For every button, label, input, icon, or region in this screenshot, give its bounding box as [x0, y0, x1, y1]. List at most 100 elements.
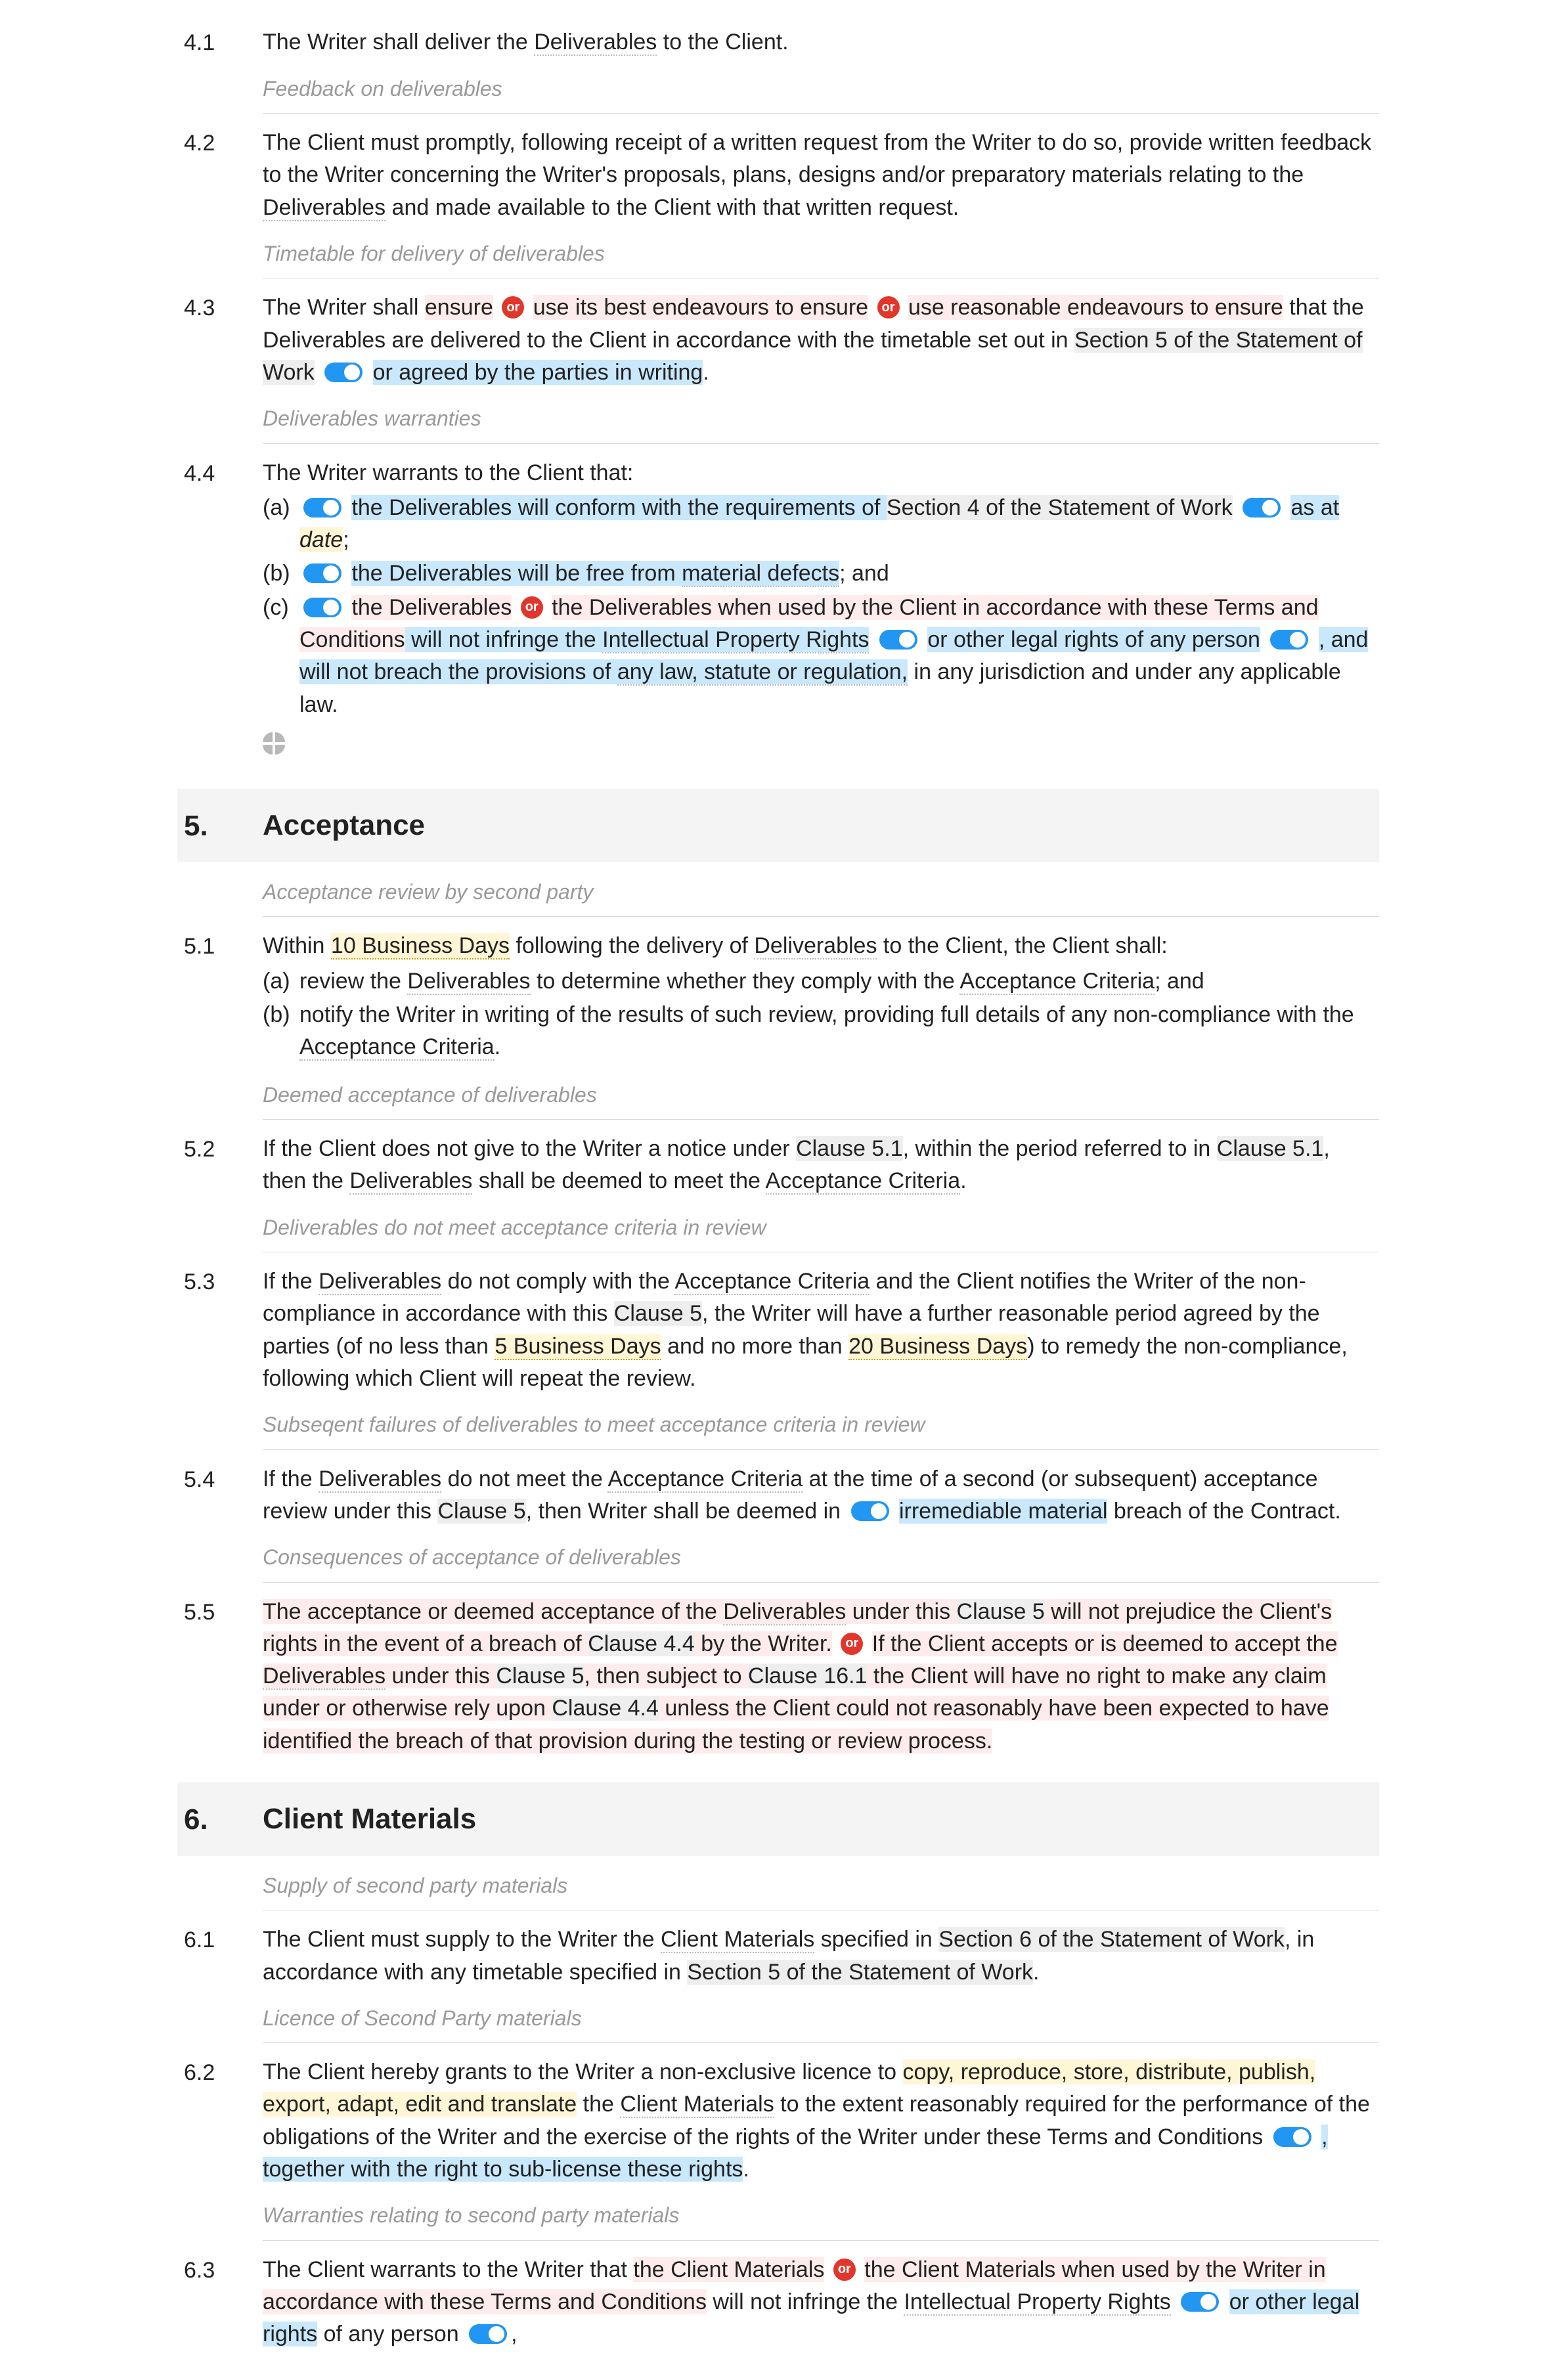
text: under this: [846, 1599, 956, 1624]
clause-body: If the Deliverables do not meet the Acce…: [263, 1463, 1379, 1528]
toggle-text[interactable]: or agreed by the parties in writing: [373, 360, 703, 385]
defined-term[interactable]: material defects: [682, 561, 839, 587]
defined-term-acceptance-criteria[interactable]: Acceptance Criteria: [299, 1034, 495, 1061]
toggle-switch[interactable]: [303, 563, 341, 583]
toggle-text[interactable]: or other legal rights: [927, 627, 1118, 652]
toggle-switch[interactable]: [851, 1501, 889, 1521]
or-chip-icon[interactable]: or: [833, 2259, 856, 2281]
text: under this: [385, 1664, 496, 1688]
or-chip-icon[interactable]: or: [877, 296, 900, 319]
clause-ref[interactable]: Clause 5: [437, 1499, 525, 1524]
field-days[interactable]: 20 Business Days: [848, 1334, 1027, 1360]
field-days[interactable]: 5 Business Days: [495, 1334, 661, 1360]
option-text[interactable]: the Deliverables: [351, 595, 512, 620]
option-text[interactable]: ensure: [425, 295, 493, 320]
or-chip-icon[interactable]: or: [841, 1633, 863, 1655]
sub-clause-b: (b) notify the Writer in writing of the …: [263, 999, 1379, 1064]
defined-term-deliverables[interactable]: Deliverables: [723, 1599, 846, 1625]
toggle-text[interactable]: the Deliverables will be free from mater…: [351, 561, 839, 586]
guidance-note: Acceptance review by second party: [263, 877, 1379, 917]
toggle-text[interactable]: irremediable material: [899, 1499, 1107, 1524]
defined-term-deliverables[interactable]: Deliverables: [754, 933, 877, 959]
toggle-switch[interactable]: [1273, 2127, 1311, 2147]
sub-letter: (c): [263, 592, 299, 721]
field-date[interactable]: date: [299, 527, 343, 552]
defined-term-deliverables[interactable]: Deliverables: [263, 195, 385, 221]
clause-ref[interactable]: Clause 5: [614, 1301, 702, 1326]
defined-term-deliverables[interactable]: Deliverables: [534, 30, 657, 56]
field-days[interactable]: 10 Business Days: [331, 933, 510, 959]
clause-5-2: 5.2 If the Client does not give to the W…: [184, 1133, 1379, 1198]
defined-term-client-materials[interactable]: Client Materials: [620, 2092, 774, 2118]
text: , then subject to: [584, 1664, 749, 1688]
section-title: Acceptance: [263, 809, 425, 841]
clause-ref[interactable]: Clause 4.4: [588, 1631, 695, 1656]
guidance-note: Timetable for delivery of deliverables: [263, 238, 1379, 278]
text: the Deliverables will conform with the r…: [351, 495, 886, 520]
sub-letter: (a): [263, 965, 299, 998]
section-ref[interactable]: Section 6 of the Statement of Work: [938, 1927, 1285, 1952]
defined-term-ipr[interactable]: Intellectual Property Rights: [904, 2289, 1170, 2316]
defined-term-client-materials[interactable]: Client Materials: [661, 1927, 814, 1953]
section-ref[interactable]: Section 5 of the Statement of Work: [687, 1960, 1033, 1985]
defined-term-ipr[interactable]: Intellectual Property Rights: [602, 627, 869, 653]
text: of any person: [1118, 627, 1260, 652]
defined-term-deliverables[interactable]: Deliverables: [263, 1664, 385, 1690]
option-text[interactable]: the Client Materials: [633, 2257, 824, 2282]
toggle-switch[interactable]: [1181, 2292, 1219, 2312]
text: review the: [299, 969, 407, 994]
defined-term-acceptance-criteria[interactable]: Acceptance Criteria: [607, 1466, 803, 1493]
or-chip-icon[interactable]: or: [502, 296, 524, 319]
or-chip-icon[interactable]: or: [521, 596, 543, 619]
toggle-text[interactable]: the Deliverables will conform with the r…: [351, 495, 1232, 520]
section-ref[interactable]: Section 4 of the Statement of Work: [887, 495, 1233, 520]
defined-term-acceptance-criteria[interactable]: Acceptance Criteria: [674, 1269, 870, 1295]
defined-term-deliverables[interactable]: Deliverables: [349, 1168, 472, 1195]
text: following the delivery of: [510, 933, 754, 958]
clause-ref[interactable]: Clause 5: [957, 1599, 1045, 1624]
toggle-switch[interactable]: [469, 2324, 507, 2344]
text: specified in: [814, 1927, 938, 1952]
toggle-switch[interactable]: [303, 498, 341, 518]
toggle-switch[interactable]: [1270, 630, 1308, 650]
defined-term-deliverables[interactable]: Deliverables: [407, 969, 530, 995]
add-clause-icon[interactable]: [263, 732, 285, 755]
text: , then Writer shall be deemed in: [526, 1499, 847, 1524]
clause-ref[interactable]: Clause 5.1: [796, 1136, 903, 1161]
defined-term-acceptance-criteria[interactable]: Acceptance Criteria: [766, 1168, 961, 1195]
defined-term[interactable]: any law, statute or regulation,: [617, 659, 908, 686]
defined-term-deliverables[interactable]: Deliverables: [319, 1269, 441, 1295]
text: The Client must supply to the Writer the: [263, 1927, 661, 1952]
defined-term-acceptance-criteria[interactable]: Acceptance Criteria: [959, 969, 1155, 995]
clause-body: The acceptance or deemed acceptance of t…: [263, 1596, 1379, 1757]
section-6-header: 6. Client Materials: [177, 1782, 1379, 1856]
clause-body: The Client hereby grants to the Writer a…: [263, 2056, 1379, 2186]
clause-number: 4.4: [184, 457, 263, 490]
option-text[interactable]: use reasonable endeavours to ensure: [908, 295, 1283, 320]
clause-number: 6.3: [184, 2254, 263, 2287]
clause-number: 4.1: [184, 26, 263, 59]
clause-ref[interactable]: Clause 5: [496, 1664, 584, 1688]
text: as at: [1290, 495, 1339, 520]
clause-ref[interactable]: Clause 16.1: [748, 1664, 867, 1688]
toggle-switch[interactable]: [324, 363, 363, 382]
toggle-switch[interactable]: [303, 598, 341, 617]
sub-clause-b: (b) the Deliverables will be free from m…: [263, 558, 1379, 590]
text: .: [495, 1034, 500, 1059]
clause-ref[interactable]: Clause 4.4: [552, 1696, 659, 1721]
sub-letter: (a): [263, 492, 299, 557]
clause-body: The Writer shall deliver the Deliverable…: [263, 26, 1379, 58]
text: ; and: [839, 561, 889, 586]
guidance-note: Warranties relating to second party mate…: [263, 2200, 1379, 2240]
text: to the Client.: [657, 30, 788, 55]
note-row: Timetable for delivery of deliverables: [184, 238, 1379, 289]
clause-ref[interactable]: Clause 5.1: [1217, 1136, 1324, 1161]
option-text[interactable]: use its best endeavours to ensure: [533, 295, 868, 320]
clause-number: 5.5: [184, 1596, 263, 1629]
defined-term-deliverables[interactable]: Deliverables: [319, 1466, 441, 1493]
clause-body: The Writer shall ensure or use its best …: [263, 292, 1379, 389]
toggle-switch[interactable]: [1243, 498, 1281, 518]
text: .: [703, 360, 709, 385]
toggle-switch[interactable]: [879, 630, 917, 650]
toggle-text[interactable]: will not infringe the Intellectual Prope…: [405, 627, 870, 652]
